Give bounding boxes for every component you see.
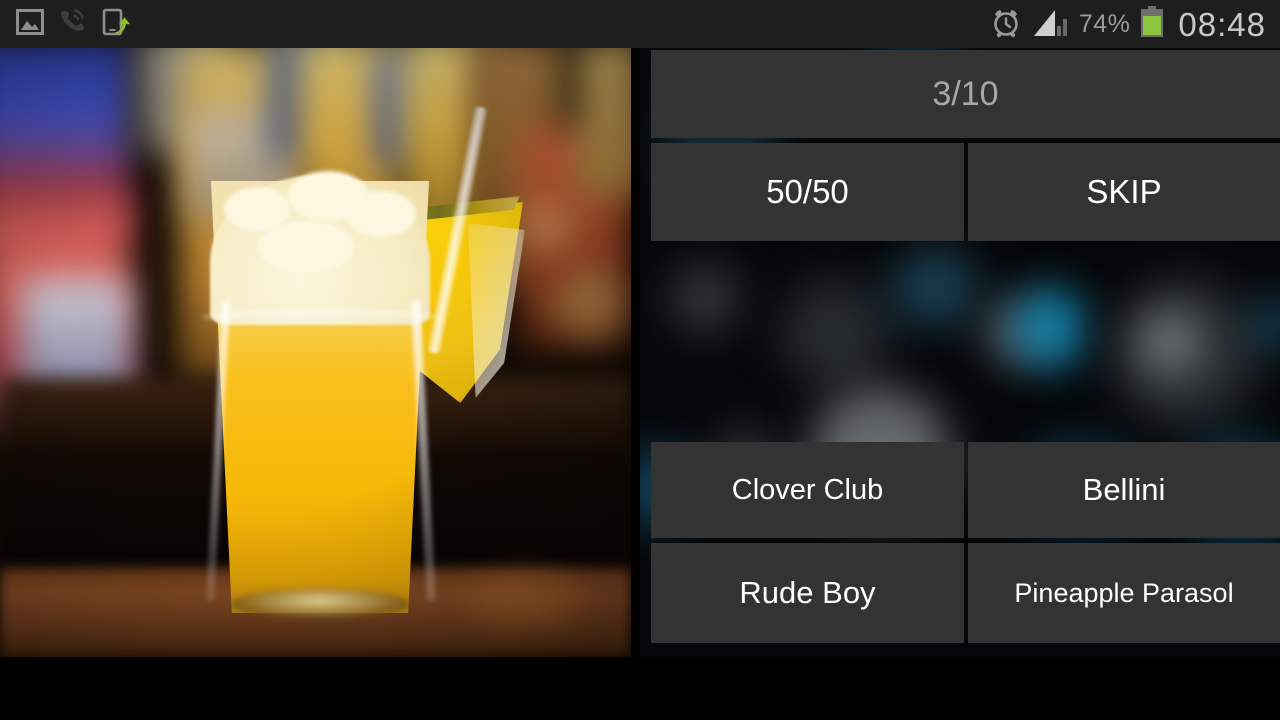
app-screen: 74% 08:48 3/10 50/50 SKIP Clover Club Be… — [0, 0, 1280, 720]
missed-call-icon — [58, 8, 88, 40]
bottom-black-bar — [0, 657, 1280, 720]
smart-share-icon — [102, 8, 132, 41]
fifty-fifty-button[interactable]: 50/50 — [651, 143, 964, 241]
signal-bars-icon — [1033, 7, 1069, 42]
battery-icon — [1140, 5, 1164, 43]
status-bar-clock: 08:48 — [1178, 5, 1266, 43]
answer-option-4[interactable]: Pineapple Parasol — [968, 543, 1280, 643]
question-progress: 3/10 — [651, 50, 1280, 138]
cocktail-photo — [0, 48, 631, 657]
image-icon — [16, 8, 44, 40]
quiz-panel: 3/10 50/50 SKIP Clover Club Bellini Rude… — [640, 48, 1280, 657]
status-bar: 74% 08:48 — [0, 0, 1280, 48]
status-bar-notification-icons — [0, 8, 132, 41]
answer-option-2[interactable]: Bellini — [968, 442, 1280, 538]
battery-percent-label: 74% — [1078, 9, 1131, 38]
alarm-clock-icon — [989, 5, 1023, 44]
answer-option-3[interactable]: Rude Boy — [651, 543, 964, 643]
status-bar-system-icons: 74% 08:48 — [989, 5, 1280, 44]
answer-option-1[interactable]: Clover Club — [651, 442, 964, 538]
skip-button[interactable]: SKIP — [968, 143, 1280, 241]
photo-vignette — [0, 48, 631, 657]
